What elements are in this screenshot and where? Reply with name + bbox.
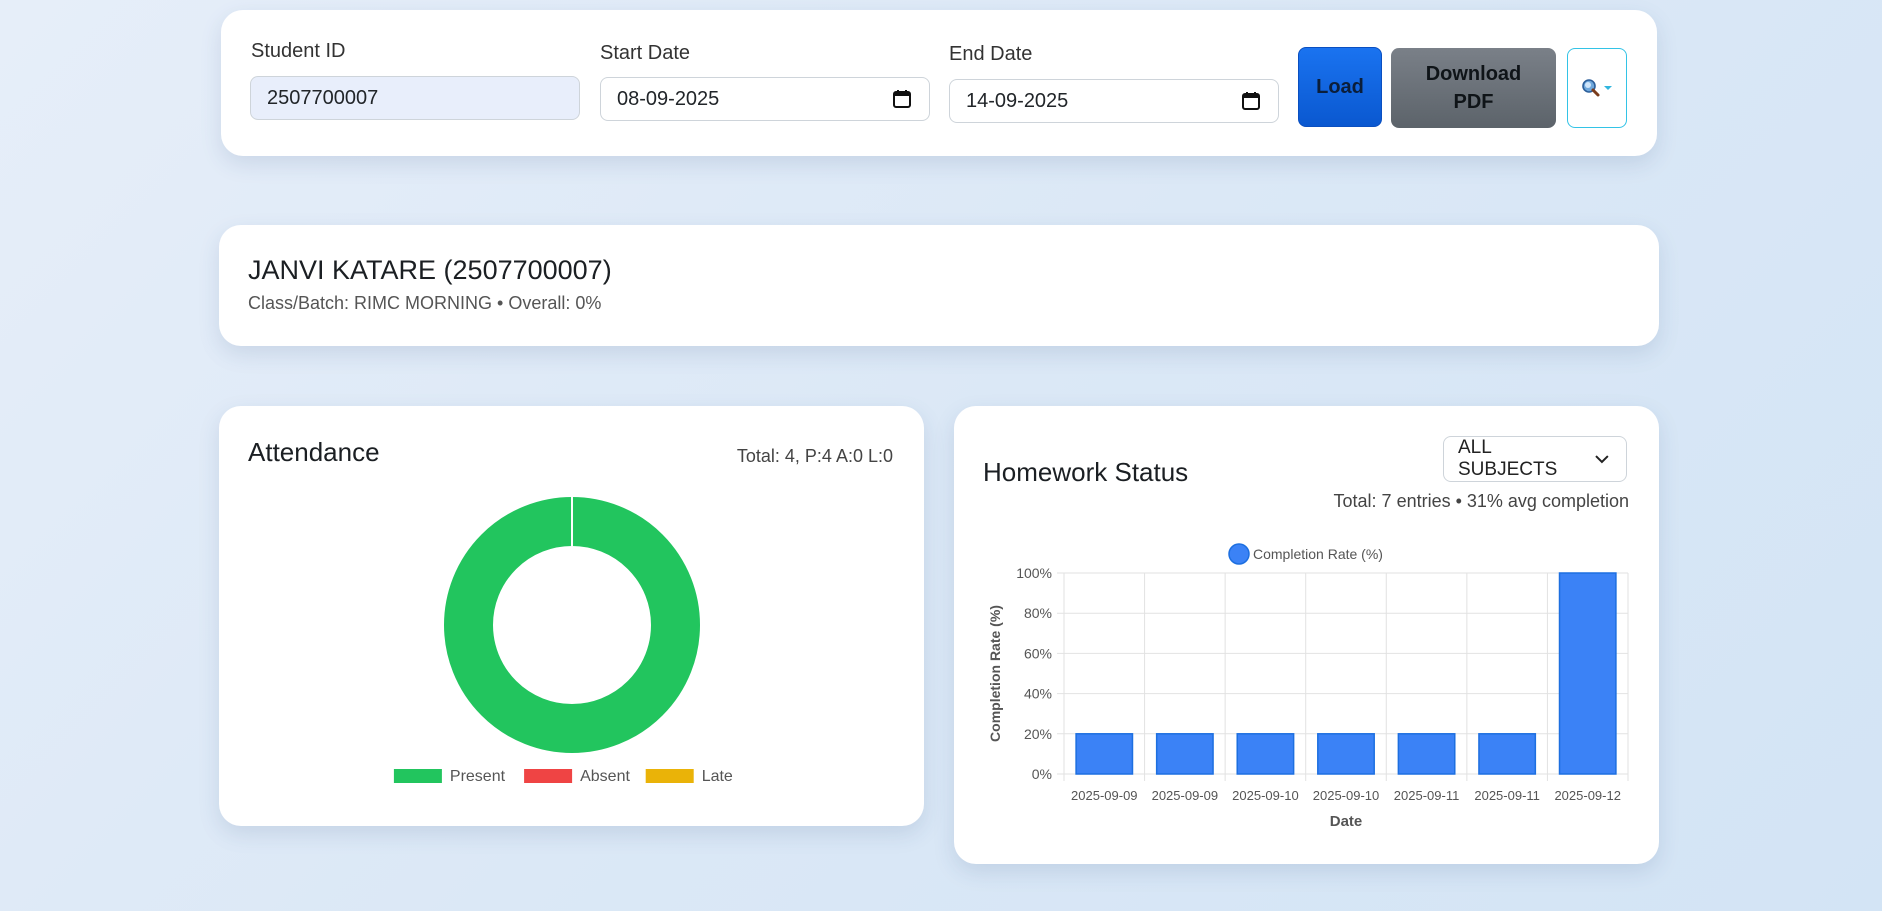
end-date-value: 14-09-2025 <box>966 89 1069 112</box>
homework-card: Homework Status ALL SUBJECTS Total: 7 en… <box>954 406 1659 864</box>
y-axis-title: Completion Rate (%) <box>987 605 1003 742</box>
caret-down-icon <box>1604 86 1612 90</box>
student-meta: Class/Batch: RIMC MORNING • Overall: 0% <box>248 293 602 313</box>
bar <box>1558 572 1617 775</box>
calendar-icon[interactable] <box>1240 90 1262 112</box>
attendance-card: Attendance Total: 4, P:4 A:0 L:0 Present… <box>219 406 924 826</box>
download-pdf-button[interactable]: Download PDF <box>1391 48 1556 128</box>
y-tick-label: 20% <box>1024 726 1052 742</box>
legend-swatch-late <box>645 769 694 783</box>
donut-slice-present <box>444 497 700 753</box>
legend-label-present: Present <box>450 768 506 785</box>
student-id-label: Student ID <box>251 40 346 62</box>
calendar-icon[interactable] <box>891 88 913 110</box>
y-tick-label: 100% <box>1016 565 1052 581</box>
attendance-donut-chart: Present Absent Late <box>393 497 733 785</box>
legend-marker <box>1228 543 1250 565</box>
start-date-value: 08-09-2025 <box>617 87 720 110</box>
legend-label-absent: Absent <box>580 768 630 785</box>
x-tick-label: 2025-09-11 <box>1394 788 1460 803</box>
homework-bar-chart: Completion Rate (%) 0% 20% 40% 60% 80% 100% 202… <box>987 543 1629 830</box>
legend-swatch-present <box>393 769 442 783</box>
search-dropdown-button[interactable] <box>1567 48 1627 128</box>
load-button[interactable]: Load <box>1298 47 1382 127</box>
x-tick-label: 2025-09-09 <box>1152 788 1219 803</box>
bar <box>1155 733 1214 775</box>
student-summary-card: JANVI KATARE (2507700007) Class/Batch: R… <box>219 225 1659 346</box>
x-axis-title: Date <box>1330 813 1363 830</box>
x-tick-label: 2025-09-11 <box>1474 788 1540 803</box>
student-id-input[interactable]: 2507700007 <box>250 76 580 120</box>
x-tick-label: 2025-09-12 <box>1554 788 1621 803</box>
bar <box>1317 733 1375 775</box>
student-id-value: 2507700007 <box>267 86 379 109</box>
start-date-label: Start Date <box>600 42 691 64</box>
bar <box>1236 733 1295 775</box>
end-date-input[interactable]: 14-09-2025 <box>949 79 1279 123</box>
search-icon <box>1582 79 1612 97</box>
y-tick-label: 80% <box>1024 605 1052 621</box>
bar <box>1075 733 1134 775</box>
start-date-input[interactable]: 08-09-2025 <box>600 77 930 121</box>
x-tick-label: 2025-09-09 <box>1071 788 1138 803</box>
legend-label: Completion Rate (%) <box>1253 546 1383 562</box>
x-tick-label: 2025-09-10 <box>1232 788 1299 803</box>
download-pdf-label-line2: PDF <box>1453 91 1494 113</box>
bar <box>1478 733 1537 775</box>
download-pdf-label-line1: Download <box>1425 63 1522 85</box>
y-tick-label: 60% <box>1024 645 1052 661</box>
y-tick-label: 40% <box>1024 686 1052 702</box>
end-date-label: End Date <box>949 43 1033 65</box>
legend-swatch-absent <box>524 769 573 783</box>
student-name: JANVI KATARE (2507700007) <box>248 255 612 285</box>
bar <box>1397 733 1456 775</box>
filter-panel: Student ID 2507700007 Start Date 08-09-2… <box>221 10 1657 156</box>
x-tick-label: 2025-09-10 <box>1313 788 1380 803</box>
legend-label-late: Late <box>702 768 733 785</box>
y-tick-label: 0% <box>1032 766 1052 782</box>
